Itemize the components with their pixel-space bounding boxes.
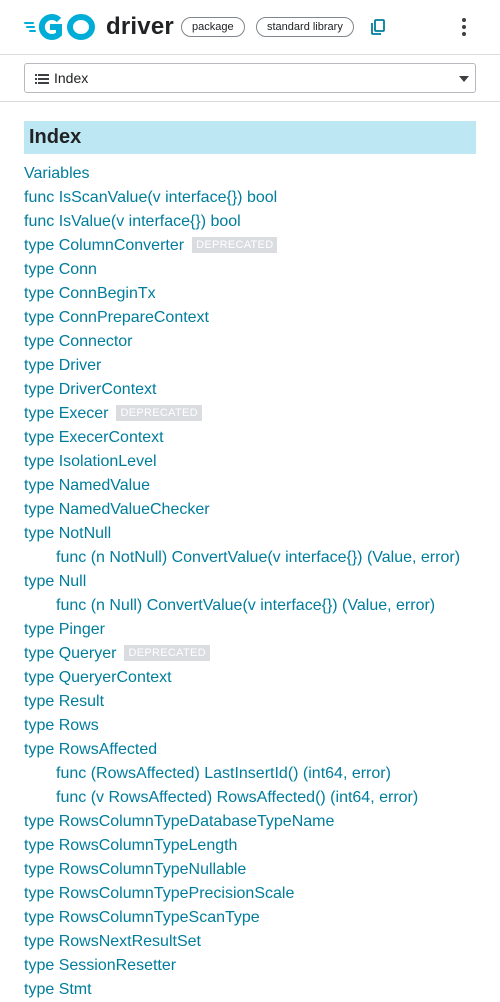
index-link[interactable]: func (RowsAffected) LastInsertId() (int6… — [56, 765, 391, 782]
section-select-value: Index — [54, 70, 89, 86]
index-heading: Index — [24, 121, 476, 154]
index-item: type RowsColumnTypeLength — [24, 834, 484, 858]
list-icon — [35, 74, 49, 84]
index-link[interactable]: type Pinger — [24, 621, 105, 638]
index-item: type Result — [24, 690, 484, 714]
index-link[interactable]: type Stmt — [24, 981, 92, 998]
index-link[interactable]: type IsolationLevel — [24, 453, 157, 470]
index-item: func IsScanValue(v interface{}) bool — [24, 186, 484, 210]
index-link[interactable]: type NamedValue — [24, 477, 150, 494]
index-link[interactable]: type ConnPrepareContext — [24, 309, 209, 326]
index-link[interactable]: type ExecerContext — [24, 429, 164, 446]
deprecated-badge: DEPRECATED — [192, 237, 278, 253]
index-link[interactable]: type DriverContext — [24, 381, 157, 398]
index-link[interactable]: type SessionResetter — [24, 957, 176, 974]
index-method-item: func (n Null) ConvertValue(v interface{}… — [24, 594, 484, 618]
index-item: type ConnPrepareContext — [24, 306, 484, 330]
index-item: type ExecerContext — [24, 426, 484, 450]
index-method-item: func (v RowsAffected) RowsAffected() (in… — [24, 786, 484, 810]
index-item: type Execer DEPRECATED — [24, 402, 484, 426]
index-link[interactable]: type Conn — [24, 261, 97, 278]
index-link[interactable]: func IsValue(v interface{}) bool — [24, 213, 241, 230]
index-link[interactable]: type ConnBeginTx — [24, 285, 156, 302]
jump-nav: Index — [0, 55, 500, 102]
index-method-item: func (RowsAffected) LastInsertId() (int6… — [24, 762, 484, 786]
index-item: type NamedValueChecker — [24, 498, 484, 522]
package-chip: package — [181, 17, 245, 37]
caret-down-icon — [459, 76, 469, 82]
index-method-item: func (n NotNull) ConvertValue(v interfac… — [24, 546, 484, 570]
index-item: type Driver — [24, 354, 484, 378]
index-item: type Connector — [24, 330, 484, 354]
index-item: type RowsColumnTypePrecisionScale — [24, 882, 484, 906]
index-link[interactable]: type RowsNextResultSet — [24, 933, 201, 950]
index-item: type RowsColumnTypeScanType — [24, 906, 484, 930]
copy-icon[interactable] — [369, 18, 387, 36]
index-link[interactable]: type RowsColumnTypePrecisionScale — [24, 885, 294, 902]
index-item: type Queryer DEPRECATED — [24, 642, 484, 666]
index-link[interactable]: type QueryerContext — [24, 669, 172, 686]
site-header: driver package standard library — [0, 0, 500, 55]
index-item: type RowsNextResultSet — [24, 930, 484, 954]
index-item: type QueryerContext — [24, 666, 484, 690]
index-link[interactable]: type ColumnConverter — [24, 237, 184, 254]
index-item: type IsolationLevel — [24, 450, 484, 474]
index-link[interactable]: type Driver — [24, 357, 101, 374]
index-link[interactable]: type RowsColumnTypeLength — [24, 837, 237, 854]
index-item: func IsValue(v interface{}) bool — [24, 210, 484, 234]
index-item: type ColumnConverter DEPRECATED — [24, 234, 484, 258]
index-link[interactable]: type Result — [24, 693, 104, 710]
index-link[interactable]: type RowsColumnTypeDatabaseTypeName — [24, 813, 334, 830]
go-logo-icon[interactable] — [24, 12, 98, 42]
index-link[interactable]: type NotNull — [24, 525, 111, 542]
index-link[interactable]: type Execer — [24, 405, 108, 422]
index-link[interactable]: func (n Null) ConvertValue(v interface{}… — [56, 597, 435, 614]
index-item: type Pinger — [24, 618, 484, 642]
index-link[interactable]: type NamedValueChecker — [24, 501, 210, 518]
index-link[interactable]: type Null — [24, 573, 86, 590]
index-link[interactable]: type RowsColumnTypeScanType — [24, 909, 260, 926]
index-link[interactable]: type RowsColumnTypeNullable — [24, 861, 246, 878]
index-item: type Conn — [24, 258, 484, 282]
index-link[interactable]: type RowsAffected — [24, 741, 157, 758]
index-item: type NotNull — [24, 522, 484, 546]
deprecated-badge: DEPRECATED — [124, 645, 210, 661]
index-item: type Rows — [24, 714, 484, 738]
index-item: type RowsColumnTypeDatabaseTypeName — [24, 810, 484, 834]
more-vert-icon[interactable] — [456, 16, 472, 38]
index-link[interactable]: func IsScanValue(v interface{}) bool — [24, 189, 277, 206]
index-item: type ConnBeginTx — [24, 282, 484, 306]
index-link[interactable]: func (v RowsAffected) RowsAffected() (in… — [56, 789, 418, 806]
index-item: Variables — [24, 162, 484, 186]
index-item: type SessionResetter — [24, 954, 484, 978]
index-link[interactable]: type Queryer — [24, 645, 116, 662]
index-item: type Null — [24, 570, 484, 594]
index-link[interactable]: type Rows — [24, 717, 99, 734]
index-list: Variables func IsScanValue(v interface{})… — [24, 162, 484, 1002]
index-item: type Stmt — [24, 978, 484, 1002]
index-item: type RowsColumnTypeNullable — [24, 858, 484, 882]
index-link[interactable]: Variables — [24, 165, 90, 182]
index-item: type NamedValue — [24, 474, 484, 498]
index-item: type RowsAffected — [24, 738, 484, 762]
page-title: driver — [106, 13, 174, 40]
index-item: type DriverContext — [24, 378, 484, 402]
index-link[interactable]: func (n NotNull) ConvertValue(v interfac… — [56, 549, 460, 566]
deprecated-badge: DEPRECATED — [116, 405, 202, 421]
section-select[interactable]: Index — [24, 63, 476, 93]
index-link[interactable]: type Connector — [24, 333, 133, 350]
standard-library-chip: standard library — [256, 17, 354, 37]
